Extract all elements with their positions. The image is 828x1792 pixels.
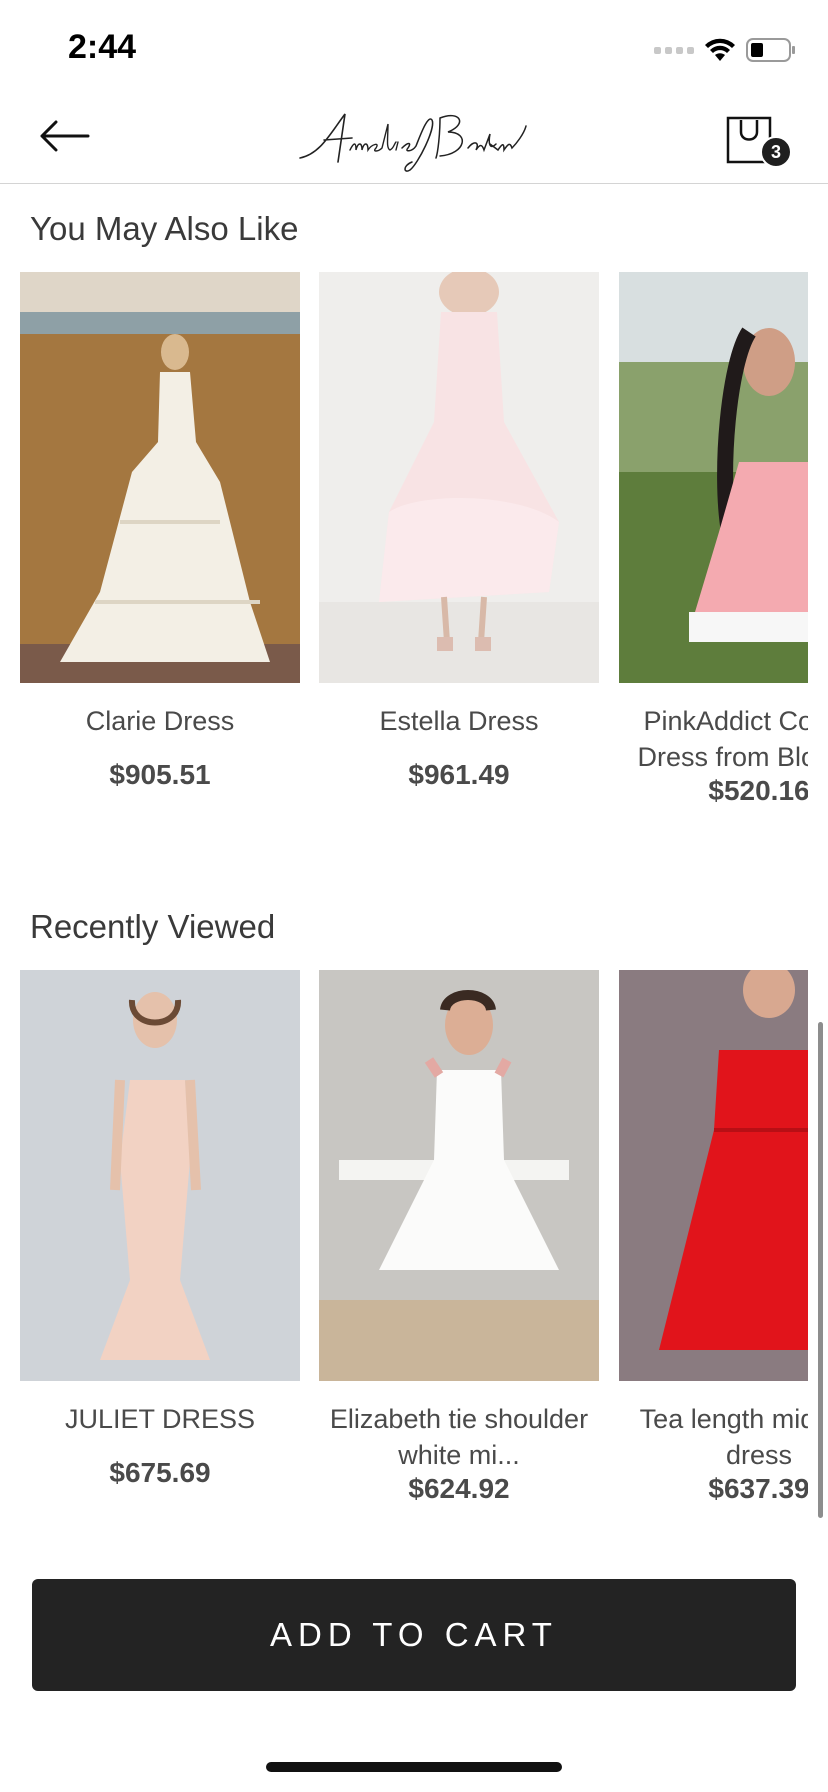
status-time: 2:44 <box>68 28 137 66</box>
status-icons <box>654 34 796 66</box>
product-image[interactable] <box>20 272 300 683</box>
product-price: $520.16 <box>708 775 808 806</box>
product-name[interactable]: Estella Dress <box>319 703 599 759</box>
product-name[interactable]: PinkAddict Cocktail Dress from Blossom <box>619 703 808 775</box>
dress-photo <box>319 970 599 1381</box>
cart-button[interactable]: 3 <box>724 112 792 172</box>
back-button[interactable] <box>34 114 94 158</box>
recently-viewed-title: Recently Viewed <box>30 908 276 945</box>
dress-photo <box>20 272 300 683</box>
product-price: $961.49 <box>408 759 510 790</box>
battery-icon <box>746 38 795 62</box>
dress-photo <box>619 272 808 683</box>
recently-viewed-carousel[interactable]: JULIET DRESS $675.69 Elizabeth tie shoul… <box>0 970 808 1540</box>
product-image[interactable] <box>619 970 808 1381</box>
product-price: $675.69 <box>109 1457 211 1488</box>
wifi-icon <box>705 38 735 61</box>
product-card[interactable]: Clarie Dress $905.51 <box>20 272 300 791</box>
you-may-also-like-title: You May Also Like <box>30 210 299 247</box>
cart-count-badge: 3 <box>760 136 792 168</box>
product-card[interactable]: Estella Dress $961.49 <box>319 272 599 791</box>
dress-photo <box>20 970 300 1381</box>
product-price: $637.39 <box>708 1473 808 1504</box>
product-price: $905.51 <box>109 759 211 790</box>
home-indicator[interactable] <box>266 1762 562 1772</box>
product-name[interactable]: JULIET DRESS <box>20 1401 300 1457</box>
product-card[interactable]: Tea length midi Ren dress $637.39 <box>619 970 808 1505</box>
status-bar: 2:44 <box>0 0 828 96</box>
app-header: 3 <box>0 96 828 184</box>
product-card[interactable]: Elizabeth tie shoulder white mi... $624.… <box>319 970 599 1505</box>
back-arrow-icon <box>40 120 90 152</box>
brand-logo[interactable] <box>290 104 540 176</box>
product-image[interactable] <box>319 970 599 1381</box>
cellular-signal-icon <box>654 46 694 54</box>
brand-logo-script <box>299 113 527 172</box>
product-image[interactable] <box>20 970 300 1381</box>
you-may-also-like-carousel[interactable]: Clarie Dress $905.51 Estella Dress $961.… <box>0 272 808 842</box>
dress-photo <box>619 970 808 1381</box>
product-name[interactable]: Elizabeth tie shoulder white mi... <box>319 1401 599 1473</box>
product-image[interactable] <box>319 272 599 683</box>
dress-photo <box>319 272 599 683</box>
scrollbar[interactable] <box>818 1022 823 1518</box>
product-name[interactable]: Tea length midi Ren dress <box>619 1401 808 1473</box>
product-card[interactable]: PinkAddict Cocktail Dress from Blossom $… <box>619 272 808 807</box>
product-price: $624.92 <box>408 1473 510 1504</box>
product-name[interactable]: Clarie Dress <box>20 703 300 759</box>
product-card[interactable]: JULIET DRESS $675.69 <box>20 970 300 1489</box>
product-image[interactable] <box>619 272 808 683</box>
add-to-cart-button[interactable]: ADD TO CART <box>32 1579 796 1691</box>
